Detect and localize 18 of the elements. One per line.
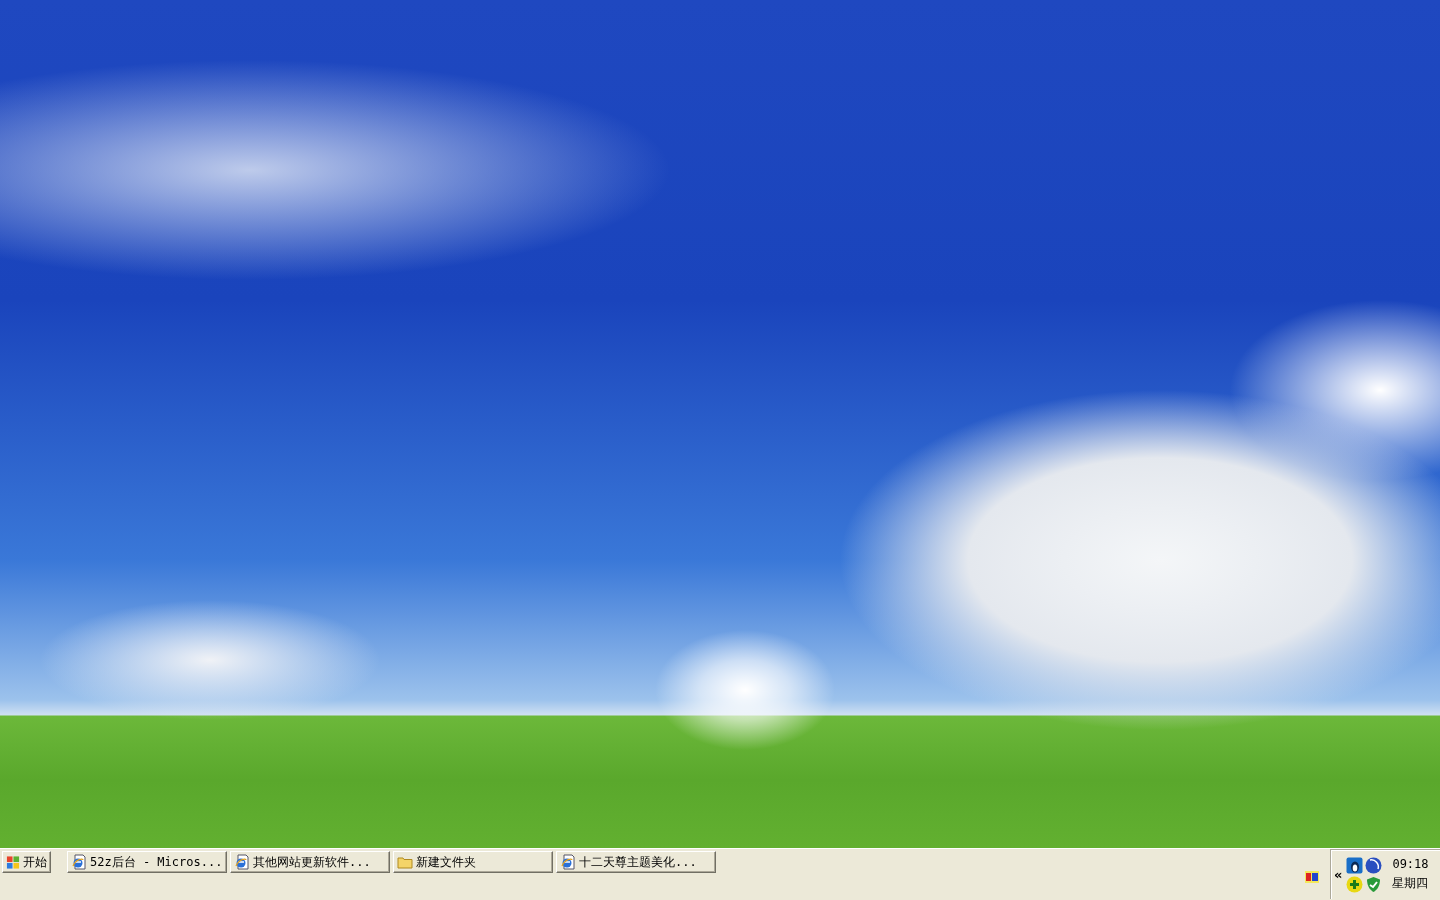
taskbar-button[interactable]: 52z后台 - Micros... <box>67 851 227 873</box>
clock-time: 09:18 <box>1392 857 1429 871</box>
shield-icon[interactable] <box>1365 875 1383 893</box>
plus-icon[interactable] <box>1346 875 1364 893</box>
language-icon[interactable] <box>1304 869 1320 885</box>
folder-icon <box>397 854 413 870</box>
taskbar-button[interactable]: 十二天尊主题美化... <box>556 851 716 873</box>
penguin-icon[interactable] <box>1346 856 1364 874</box>
browser-document-icon <box>234 854 250 870</box>
browser-document-icon <box>560 854 576 870</box>
show-hidden-icons-button[interactable]: « <box>1334 867 1343 882</box>
browser-document-icon <box>71 854 87 870</box>
clock-weekday: 星期四 <box>1392 875 1429 892</box>
taskbar-button[interactable]: 其他网站更新软件... <box>230 851 390 873</box>
taskbar-button[interactable]: 新建文件夹 <box>393 851 553 873</box>
start-button[interactable]: 开始 <box>2 851 51 873</box>
windows-flag-icon <box>6 854 20 870</box>
globe-icon[interactable] <box>1365 856 1383 874</box>
